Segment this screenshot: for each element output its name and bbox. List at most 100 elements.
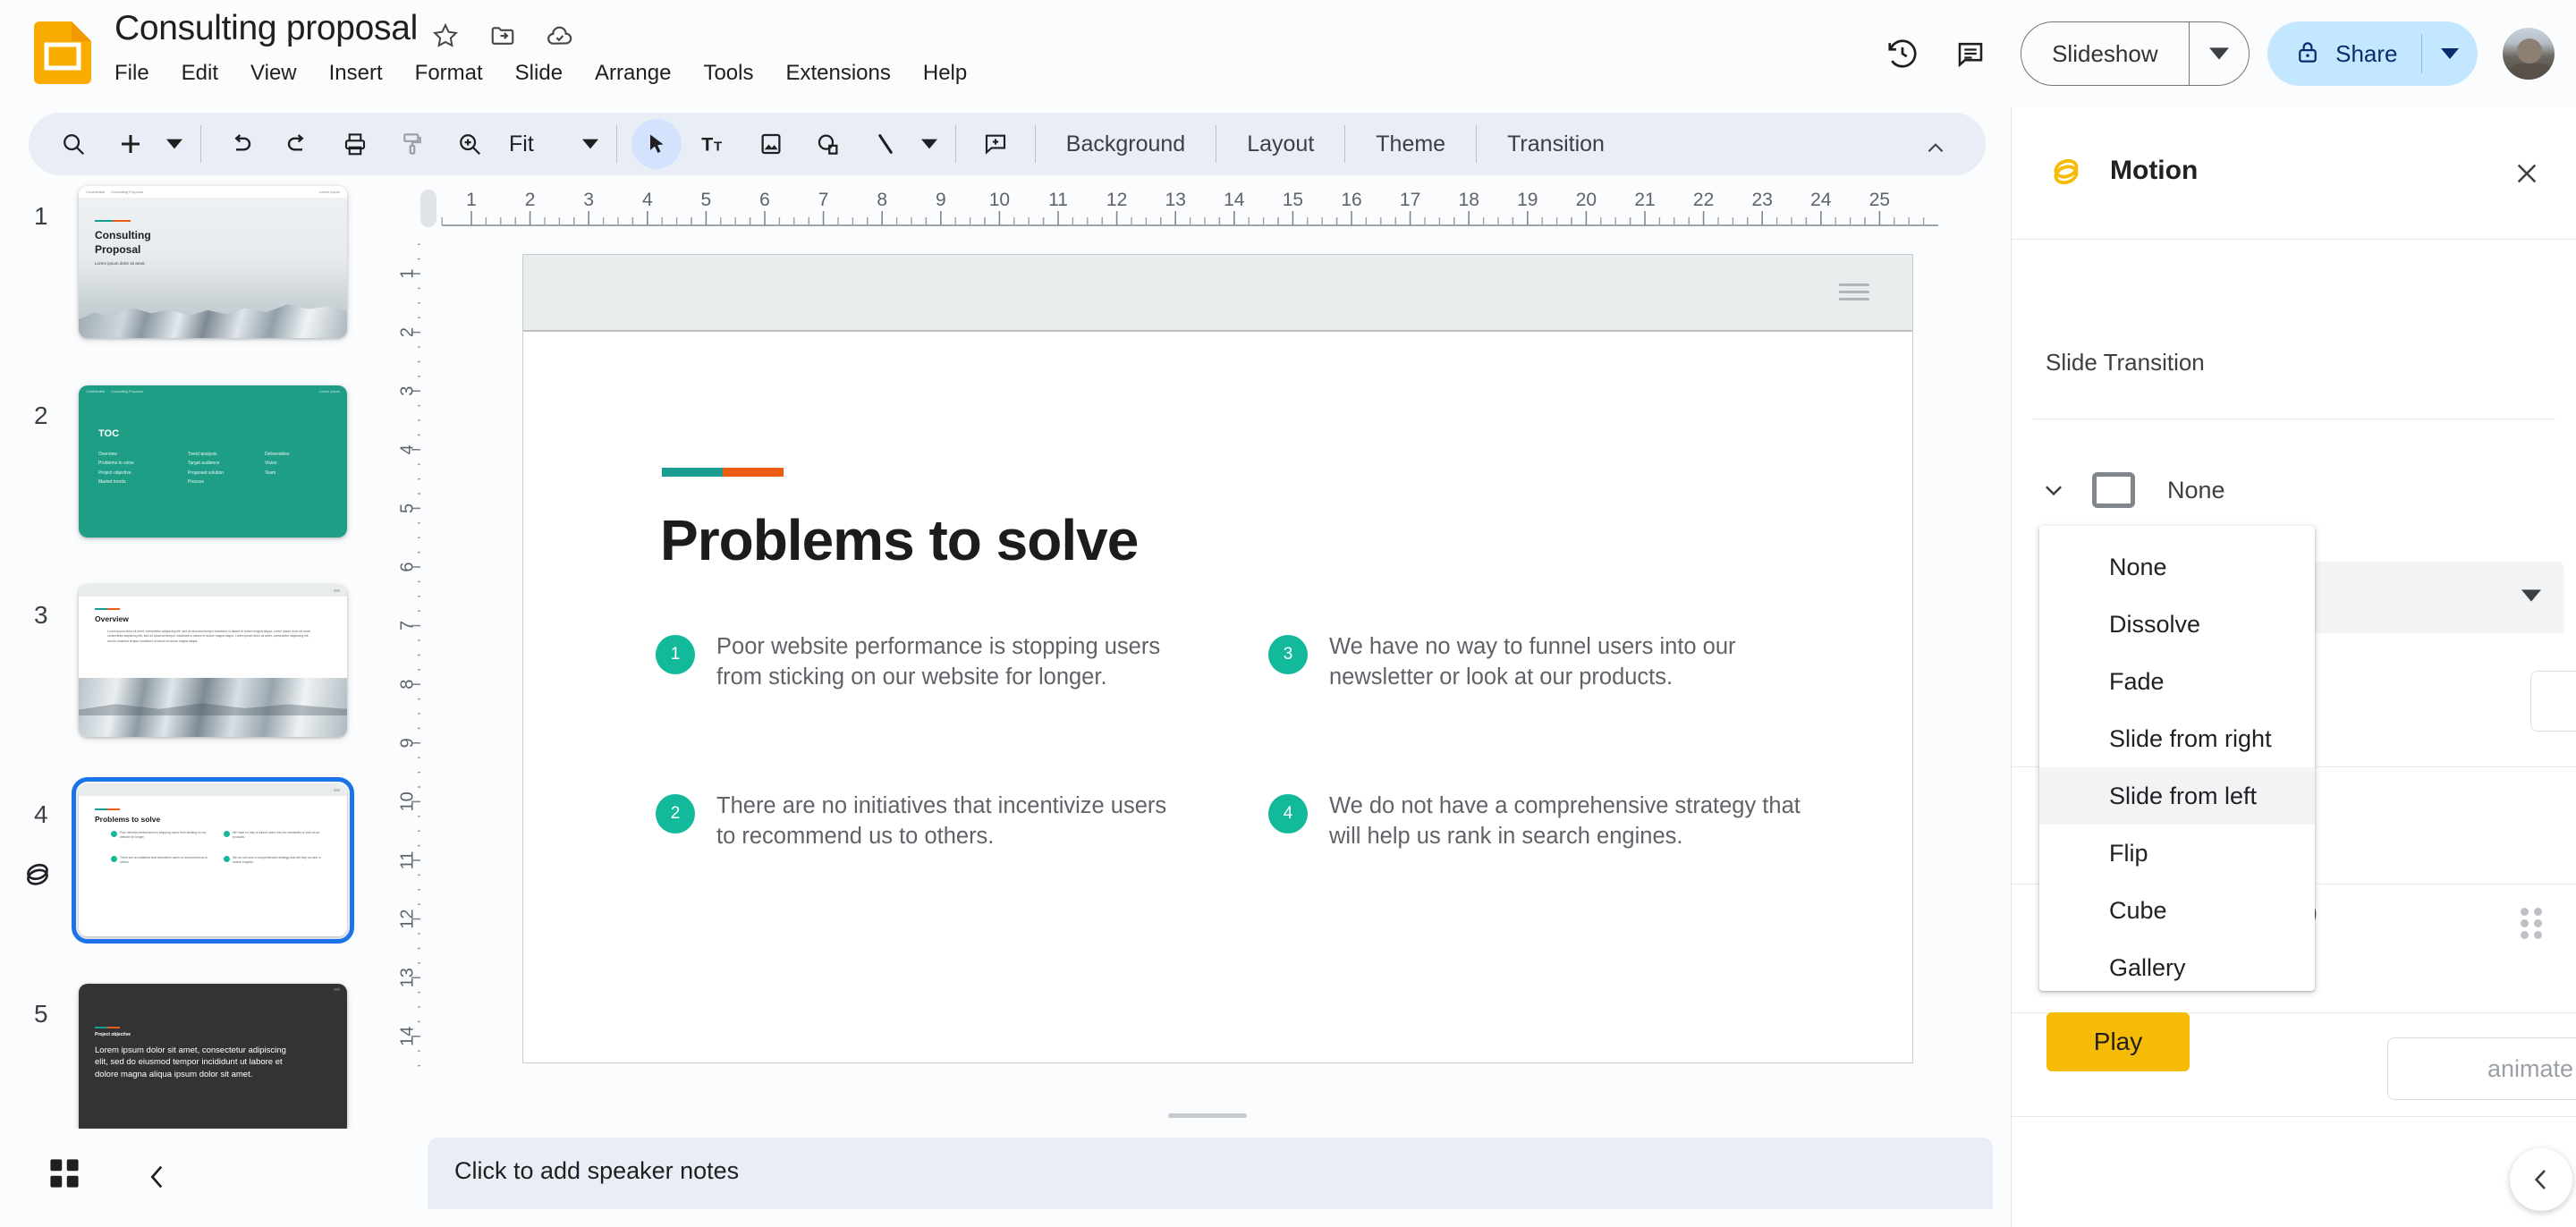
bullet-item[interactable]: 4 We do not have a comprehensive strateg… (1268, 791, 1801, 852)
print-icon[interactable] (330, 119, 380, 169)
zoom-icon[interactable] (445, 119, 495, 169)
grid-view-icon[interactable] (45, 1154, 91, 1200)
collapse-panel-button[interactable] (2510, 1148, 2572, 1211)
layout-button[interactable]: Layout (1227, 131, 1334, 157)
page-title[interactable]: Problems to solve (660, 507, 1139, 573)
undo-icon[interactable] (216, 119, 266, 169)
svg-text:T: T (714, 140, 722, 155)
chevron-left-icon[interactable] (134, 1154, 181, 1200)
transition-speed-control[interactable] (2530, 671, 2576, 732)
thumbnail-content: Confidential Consulting Proposal Lorem i… (79, 385, 347, 537)
slide-thumbnail-2[interactable]: Confidential Consulting Proposal Lorem i… (79, 385, 347, 537)
list-item[interactable]: 3 Overview Lorem ipsum dolor sit amet, c… (0, 580, 385, 763)
notes-resize-handle[interactable] (1168, 1113, 1247, 1118)
menu-extensions[interactable]: Extensions (769, 55, 906, 91)
slideshow-button[interactable]: Slideshow (2021, 22, 2189, 85)
drag-handle-icon[interactable] (2521, 908, 2544, 939)
animation-indicator-icon (20, 858, 55, 893)
svg-text:13: 13 (397, 968, 417, 987)
cloud-saved-icon[interactable] (544, 20, 576, 52)
slide-thumbnail-1[interactable]: Confidential Consulting Proposal Lorem i… (79, 186, 347, 338)
dropdown-option-fade[interactable]: Fade (2039, 653, 2315, 710)
add-slide-icon[interactable] (106, 119, 156, 169)
add-comment-icon[interactable] (970, 119, 1021, 169)
dropdown-option-none[interactable]: None (2039, 538, 2315, 596)
toc-item: Market trends (98, 478, 126, 485)
paint-format-icon[interactable] (387, 119, 437, 169)
dropdown-option-gallery[interactable]: Gallery (2039, 939, 2315, 996)
speaker-notes-field[interactable]: Click to add speaker notes (428, 1138, 1993, 1209)
insert-image-icon[interactable] (746, 119, 796, 169)
bullet-number: 1 (656, 635, 695, 674)
menu-insert[interactable]: Insert (313, 55, 399, 91)
line-caret-icon[interactable] (914, 119, 945, 169)
chevron-up-icon[interactable] (1912, 125, 1959, 172)
background-button[interactable]: Background (1046, 131, 1205, 157)
svg-text:14: 14 (397, 1027, 417, 1046)
bullet-item[interactable]: 1 Poor website performance is stopping u… (656, 632, 1188, 693)
current-slide[interactable]: Problems to solve 1 Poor website perform… (522, 254, 1913, 1063)
list-item[interactable]: 1 Confidential Consulting Proposal Lorem… (0, 181, 385, 364)
menu-format[interactable]: Format (399, 55, 499, 91)
share-options-caret[interactable] (2422, 21, 2478, 86)
move-to-folder-icon[interactable] (487, 20, 519, 52)
document-title[interactable]: Consulting proposal (114, 9, 418, 48)
select-cursor-icon[interactable] (631, 119, 682, 169)
transition-button[interactable]: Transition (1487, 131, 1624, 157)
menu-slide[interactable]: Slide (499, 55, 579, 91)
bullet-item[interactable]: 3 We have no way to funnel users into ou… (1268, 632, 1801, 693)
transition-summary-row[interactable]: None (2012, 456, 2576, 524)
list-item[interactable]: 2 Confidential Consulting Proposal Lorem… (0, 380, 385, 563)
share-button[interactable]: Share (2267, 21, 2420, 86)
bullet-text: We do not have a comprehensive strategy … (1329, 792, 1801, 849)
list-item[interactable]: 4 Problems to solve Poor website perform (0, 777, 385, 962)
menu-help[interactable]: Help (907, 55, 983, 91)
toc-item: Team (265, 470, 276, 476)
svg-text:25: 25 (1869, 190, 1890, 210)
add-animation-button[interactable]: animate (2387, 1037, 2576, 1100)
redo-icon[interactable] (273, 119, 323, 169)
theme-button[interactable]: Theme (1356, 131, 1465, 157)
search-icon[interactable] (48, 119, 98, 169)
menu-edit[interactable]: Edit (165, 55, 234, 91)
text-box-icon[interactable]: T T (689, 119, 739, 169)
divider (1344, 125, 1346, 163)
zoom-level-label[interactable]: Fit (498, 131, 545, 157)
bullet-number: 3 (1268, 635, 1308, 674)
svg-text:5: 5 (701, 190, 712, 210)
horizontal-ruler[interactable]: 1 2 3 4 5 6 7 8 9 10 11 12 13 14 15 16 17 18 19 20 21 22 23 24 2… (420, 181, 1986, 231)
dropdown-option-flip[interactable]: Flip (2039, 825, 2315, 882)
line-icon[interactable] (860, 119, 911, 169)
lock-icon (2294, 38, 2321, 70)
menu-tools[interactable]: Tools (687, 55, 769, 91)
avatar[interactable] (2501, 26, 2556, 81)
dropdown-option-cube[interactable]: Cube (2039, 882, 2315, 939)
transition-type-dropdown[interactable]: None Dissolve Fade Slide from right Slid… (2039, 526, 2315, 991)
add-slide-caret-icon[interactable] (159, 119, 190, 169)
play-button[interactable]: Play (2046, 1012, 2190, 1071)
dropdown-option-slide-from-left[interactable]: Slide from left (2039, 767, 2315, 825)
slide-thumbnail-4[interactable]: Problems to solve Poor website performan… (72, 777, 354, 944)
chevron-down-icon[interactable] (2028, 477, 2080, 503)
comment-icon[interactable] (1936, 20, 2004, 88)
thumb-title-2: Proposal (95, 243, 141, 256)
dropdown-option-slide-from-right[interactable]: Slide from right (2039, 710, 2315, 767)
list-item[interactable]: 5 Project objective Lorem ipsum dolor si… (0, 978, 385, 1129)
svg-text:8: 8 (877, 190, 887, 210)
dropdown-option-dissolve[interactable]: Dissolve (2039, 596, 2315, 653)
menu-view[interactable]: View (234, 55, 313, 91)
zoom-caret-icon[interactable] (575, 119, 606, 169)
close-icon[interactable] (2507, 154, 2546, 193)
slideshow-options-caret[interactable] (2190, 22, 2249, 85)
toc-item: Overview (98, 452, 117, 457)
menu-file[interactable]: File (114, 55, 165, 91)
slide-filmstrip[interactable]: 1 Confidential Consulting Proposal Lorem… (0, 181, 385, 1129)
slide-thumbnail-3[interactable]: Overview Lorem ipsum dolor sit amet, con… (79, 585, 347, 737)
version-history-icon[interactable] (1868, 20, 1936, 88)
svg-text:22: 22 (1693, 190, 1714, 210)
shape-icon[interactable] (803, 119, 853, 169)
bullet-item[interactable]: 2 There are no initiatives that incentiv… (656, 791, 1188, 852)
menu-arrange[interactable]: Arrange (579, 55, 687, 91)
star-icon[interactable] (429, 20, 462, 52)
slide-thumbnail-5[interactable]: Project objective Lorem ipsum dolor sit … (79, 984, 347, 1129)
